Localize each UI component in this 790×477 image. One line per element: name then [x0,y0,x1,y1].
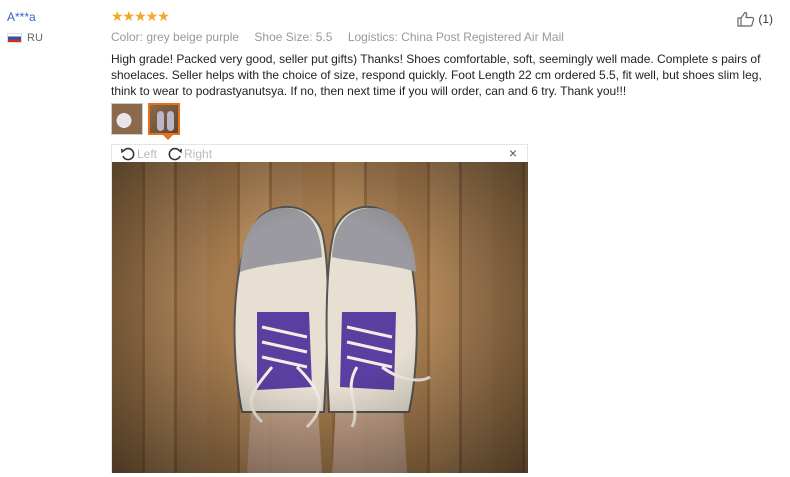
review-photo [112,162,528,473]
helpful-button[interactable]: (1) [737,11,773,27]
reviewer-country: RU [7,32,97,44]
country-code: RU [27,32,43,44]
russia-flag-icon [7,33,22,43]
reviewer-info: A***a RU [7,10,97,44]
photo-vignette [112,162,528,473]
close-viewer-button[interactable]: × [509,146,517,160]
thumbs-up-icon [737,11,755,27]
order-color: Color: grey beige purple [111,30,240,44]
rotate-left-button[interactable]: Left [120,147,157,161]
helpful-count: (1) [758,12,773,26]
rotate-left-icon [121,147,135,160]
photo-viewer-toolbar: Left Right × [112,145,527,162]
rotate-right-label: Right [184,146,213,161]
review-photo-thumbnail[interactable] [111,103,143,135]
selected-thumbnail-caret [163,135,173,140]
photo-viewer: Left Right × [111,144,528,473]
star-rating: ★★★★★ [111,8,170,24]
order-logistics: Logistics: China Post Registered Air Mai… [347,30,564,44]
order-size: Shoe Size: 5.5 [254,30,333,44]
review-photo-thumbnail-selected[interactable] [148,103,180,135]
review-text: High grade! Packed very good, seller put… [111,52,762,98]
rotate-left-label: Left [137,146,158,161]
rotate-right-button[interactable]: Right [167,147,212,161]
reviewer-name: A***a [7,10,36,24]
review-thumbnails [111,103,180,135]
review-body: ★★★★★ Color: grey beige purple Shoe Size… [111,8,762,99]
order-details: Color: grey beige purple Shoe Size: 5.5 … [111,30,751,44]
rotate-right-icon [168,147,183,160]
